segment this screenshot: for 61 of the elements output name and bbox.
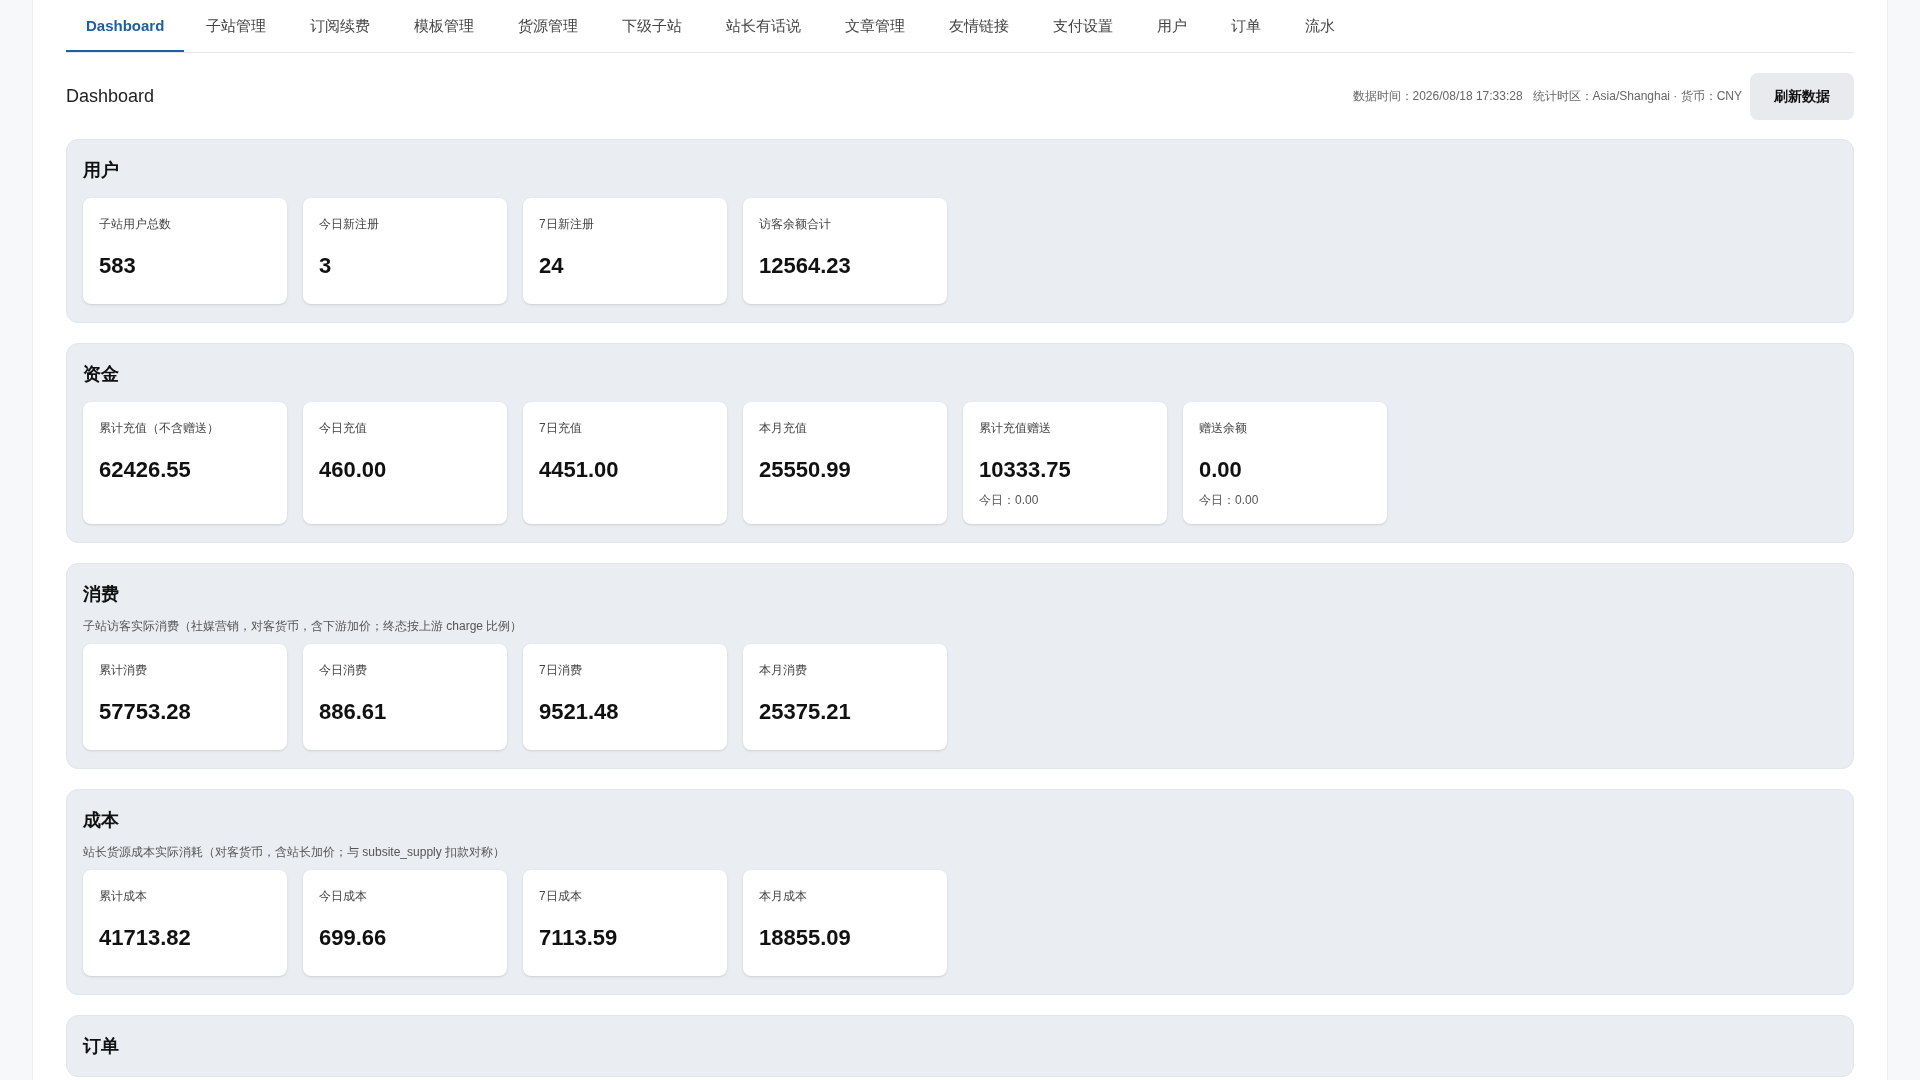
stat-label: 今日新注册	[319, 216, 380, 232]
nav-tab[interactable]: 友情链接	[927, 0, 1032, 52]
section-title: 成本	[83, 809, 120, 832]
nav-tab[interactable]: 站长有话说	[704, 0, 824, 52]
stat-value: 583	[99, 252, 137, 280]
stat-label: 访客余额合计	[759, 216, 832, 232]
nav-tab[interactable]: 文章管理	[823, 0, 928, 52]
nav-tab[interactable]: 用户	[1135, 0, 1210, 52]
stat-value: 25550.99	[759, 456, 852, 484]
nav-tab[interactable]: Dashboard	[66, 0, 185, 52]
stat-value: 57753.28	[99, 698, 192, 726]
nav-tab[interactable]: 货源管理	[496, 0, 601, 52]
stat-label: 7日充值	[539, 420, 583, 436]
stat-label: 7日新注册	[539, 216, 595, 232]
stat-label: 7日消费	[539, 662, 583, 678]
stat-value: 62426.55	[99, 456, 192, 484]
nav-tab[interactable]: 下级子站	[600, 0, 705, 52]
stat-value: 24	[539, 252, 565, 280]
section-title: 消费	[83, 583, 120, 606]
stat-label: 累计消费	[99, 662, 148, 678]
stat-label: 累计充值（不含赠送）	[99, 420, 220, 436]
stat-value: 18855.09	[759, 924, 852, 952]
stat-label: 累计成本	[99, 888, 148, 904]
stat-label: 赠送余额	[1199, 420, 1248, 436]
stat-label: 本月消费	[759, 662, 808, 678]
stat-value: 7113.59	[539, 924, 619, 952]
stat-note: 今日：0.00	[1199, 492, 1260, 508]
nav-tab[interactable]: 模板管理	[392, 0, 497, 52]
stat-label: 今日消费	[319, 662, 368, 678]
stat-value: 10333.75	[979, 456, 1072, 484]
stat-label: 本月充值	[759, 420, 808, 436]
refresh-button[interactable]: 刷新数据	[1750, 72, 1854, 120]
nav-tab[interactable]: 订单	[1209, 0, 1284, 52]
nav-tab[interactable]: 流水	[1283, 0, 1358, 52]
section-title: 用户	[83, 159, 120, 182]
stat-label: 子站用户总数	[99, 216, 172, 232]
section-title: 订单	[83, 1035, 120, 1058]
nav-tab[interactable]: 子站管理	[184, 0, 289, 52]
stat-value: 12564.23	[759, 252, 852, 280]
stat-label: 本月成本	[759, 888, 808, 904]
stat-note: 今日：0.00	[979, 492, 1040, 508]
stat-value: 460.00	[319, 456, 388, 484]
stat-label: 7日成本	[539, 888, 583, 904]
stat-value: 3	[319, 252, 333, 280]
stat-label: 今日成本	[319, 888, 368, 904]
stat-value: 0.00	[1199, 456, 1243, 484]
stat-value: 699.66	[319, 924, 388, 952]
nav-tab[interactable]: 支付设置	[1031, 0, 1136, 52]
stat-value: 886.61	[319, 698, 388, 726]
stat-label: 今日充值	[319, 420, 368, 436]
section-description: 子站访客实际消费（社媒营销，对客货币，含下游加价；终态按上游 charge 比例）	[83, 618, 524, 634]
data-meta-text: 数据时间：2026/08/18 17:33:28 统计时区：Asia/Shanghai · 货币：CNY	[1352, 88, 1742, 104]
section-title: 资金	[83, 363, 120, 386]
stat-value: 25375.21	[759, 698, 852, 726]
nav-tab[interactable]: 订阅续费	[288, 0, 393, 52]
section-description: 站长货源成本实际消耗（对客货币，含站长加价；与 subsite_supply 扣款对称）	[83, 844, 507, 860]
stat-value: 41713.82	[99, 924, 192, 952]
page-title: Dashboard	[66, 85, 155, 108]
stat-value: 4451.00	[539, 456, 620, 484]
stat-label: 累计充值赠送	[979, 420, 1052, 436]
stat-value: 9521.48	[539, 698, 620, 726]
